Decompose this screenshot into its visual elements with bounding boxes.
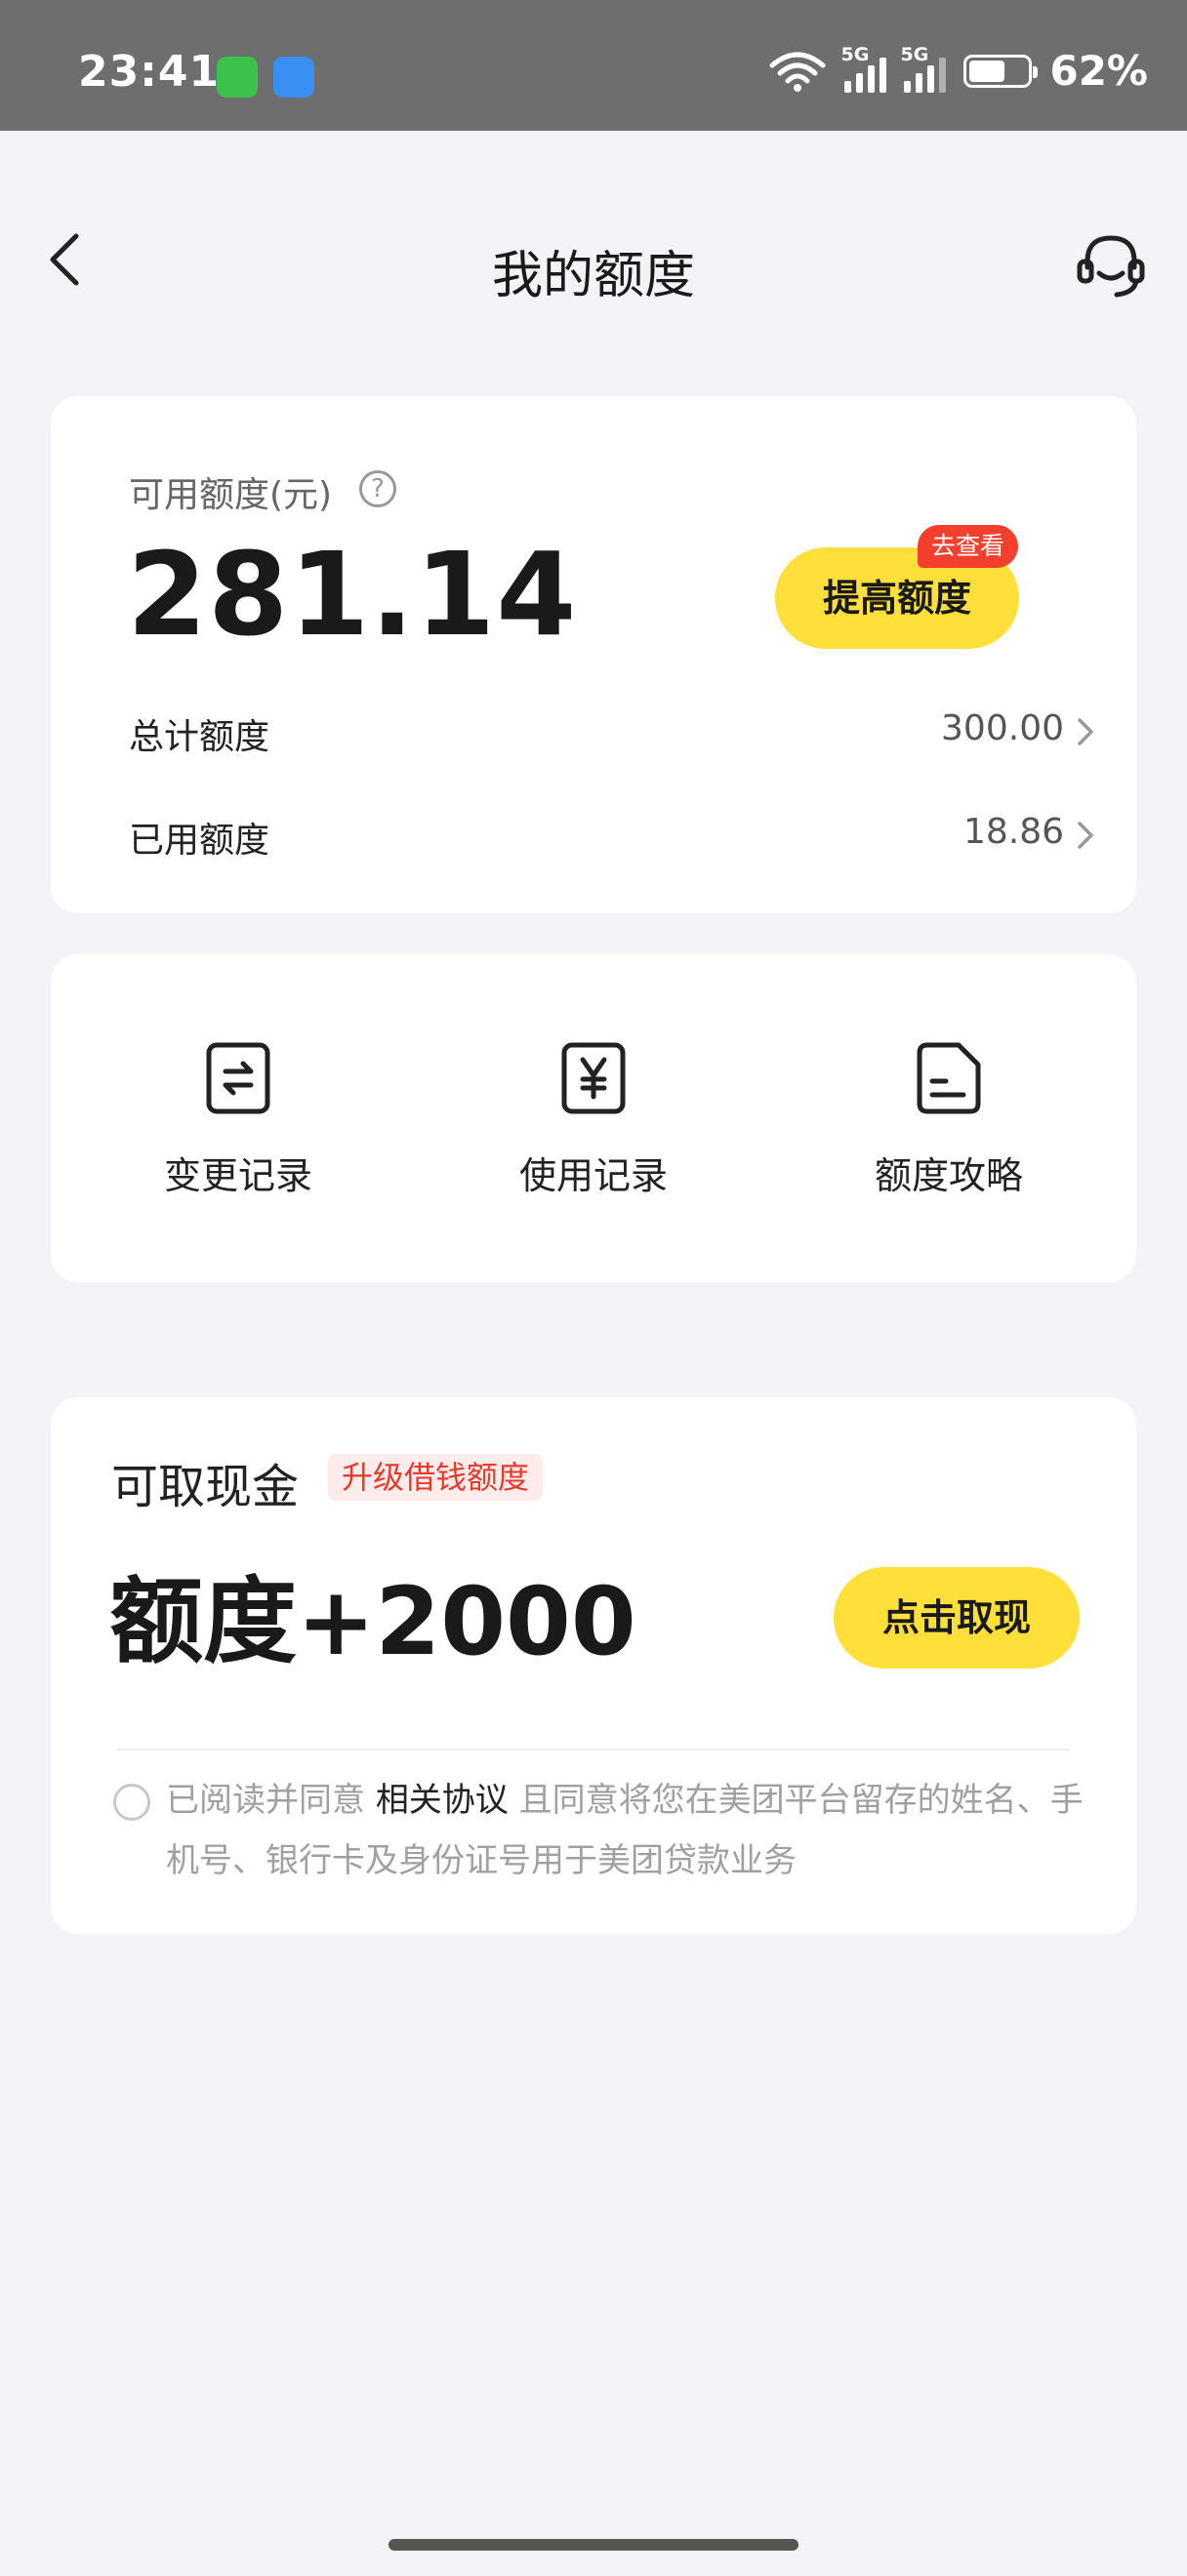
cash-quota-value: 额度+2000 — [109, 1567, 636, 1676]
chevron-right-icon[interactable] — [1074, 818, 1097, 853]
messages-icon — [217, 57, 258, 98]
guide-doc-icon — [917, 1042, 981, 1114]
page-title: 我的额度 — [491, 247, 695, 305]
shortcut-change-records[interactable]: 变更记录 — [111, 1040, 365, 1199]
help-icon[interactable]: ? — [359, 470, 396, 507]
status-time: 23:41 — [78, 47, 221, 97]
agreement-text: 已阅读并同意 相关协议 且同意将您在美团平台留存的姓名、手机号、银行卡及身份证号… — [166, 1781, 1084, 1880]
available-quota-label: 可用额度(元) — [129, 475, 333, 515]
customer-service-icon[interactable] — [1074, 228, 1148, 302]
battery-percent: 62% — [1049, 47, 1148, 95]
cell-signal-1-icon: 5G — [840, 44, 887, 93]
raise-quota-badge: 去查看 — [918, 525, 1019, 568]
cash-card: 可取现金 升级借钱额度 额度+2000 点击取现 已阅读并同意 相关协议 且同意… — [51, 1397, 1136, 1934]
home-indicator[interactable] — [389, 2539, 798, 2551]
upgrade-loan-tag[interactable]: 升级借钱额度 — [328, 1454, 544, 1501]
weather-icon — [273, 57, 314, 98]
used-quota-label: 已用额度 — [129, 821, 270, 861]
battery-icon — [963, 54, 1039, 88]
used-quota-value[interactable]: 18.86 — [963, 812, 1064, 852]
exchange-doc-icon — [206, 1042, 270, 1114]
shortcut-quota-guide[interactable]: 额度攻略 — [822, 1040, 1076, 1199]
yuan-doc-icon — [561, 1042, 626, 1114]
shortcut-label: 变更记录 — [163, 1154, 312, 1197]
shortcut-usage-records[interactable]: 使用记录 — [467, 1040, 720, 1199]
nav-bar: 我的额度 — [0, 205, 1187, 322]
cell-signal-2-icon: 5G — [900, 44, 947, 93]
withdraw-button[interactable]: 点击取现 — [834, 1567, 1080, 1669]
divider — [117, 1749, 1070, 1751]
total-quota-value[interactable]: 300.00 — [941, 708, 1064, 748]
agreement-checkbox[interactable] — [113, 1784, 150, 1821]
shortcut-label: 使用记录 — [518, 1154, 668, 1197]
total-quota-label: 总计额度 — [129, 717, 270, 757]
shortcuts-card: 变更记录 使用记录 额度攻略 — [51, 954, 1136, 1282]
status-indicators: 5G 5G 62% — [768, 44, 1148, 95]
wifi-icon — [769, 52, 826, 92]
status-bar: 23:41 5G 5G 62% — [0, 0, 1187, 131]
quota-card: 可用额度(元) ? 281.14 提高额度 去查看 总计额度 300.00 已用… — [51, 396, 1136, 913]
cash-label: 可取现金 — [111, 1460, 300, 1514]
chevron-right-icon[interactable] — [1074, 714, 1097, 749]
available-quota-value: 281.14 — [127, 527, 578, 662]
shortcut-label: 额度攻略 — [874, 1154, 1023, 1197]
agreement-link[interactable]: 相关协议 — [376, 1781, 509, 1820]
battery-fill — [969, 60, 1005, 82]
